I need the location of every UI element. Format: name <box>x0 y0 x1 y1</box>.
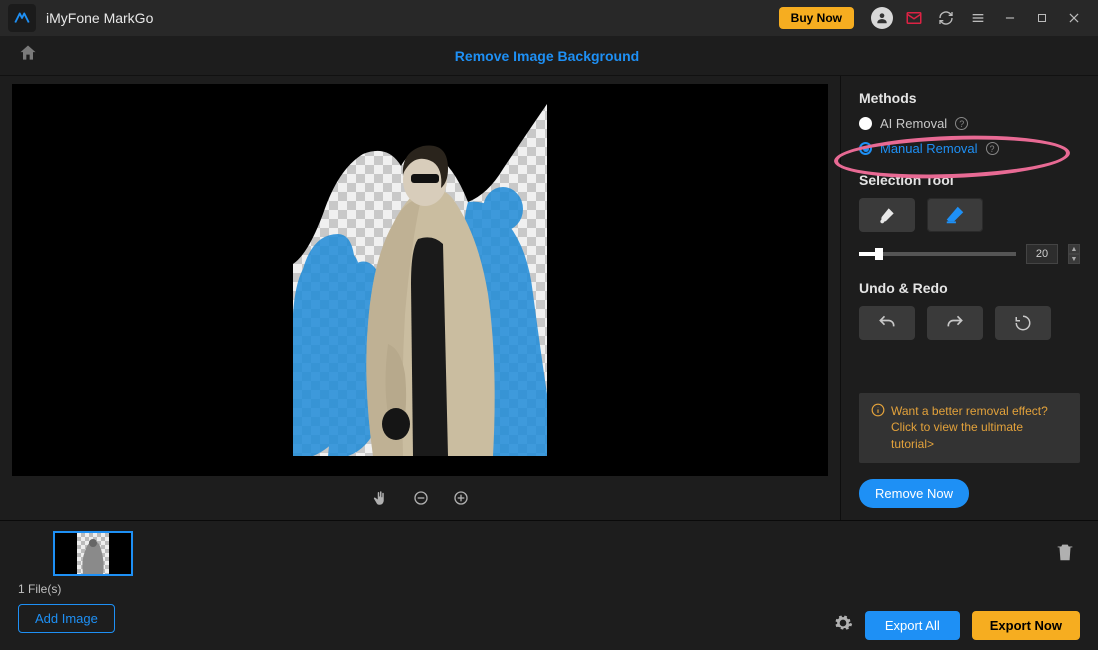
method-ai-label: AI Removal <box>880 116 947 131</box>
selection-tool-heading: Selection Tool <box>859 172 1080 188</box>
file-thumbnail[interactable] <box>53 531 133 576</box>
brush-size-slider[interactable]: 20 ▲ ▼ <box>859 244 1080 264</box>
reset-button[interactable] <box>995 306 1051 340</box>
refresh-icon[interactable] <box>934 6 958 30</box>
spin-up-icon[interactable]: ▲ <box>1068 244 1080 254</box>
method-manual-label: Manual Removal <box>880 141 978 156</box>
radio-dot-icon <box>859 117 872 130</box>
breadcrumb: Remove Image Background <box>0 36 1098 76</box>
info-icon <box>871 403 885 453</box>
footer: 1 File(s) Add Image Export All Export No… <box>0 521 1098 650</box>
minimize-icon[interactable] <box>998 6 1022 30</box>
remove-now-button[interactable]: Remove Now <box>859 479 969 508</box>
radio-dot-icon <box>859 142 872 155</box>
export-all-button[interactable]: Export All <box>865 611 960 640</box>
settings-icon[interactable] <box>833 613 853 638</box>
slider-value: 20 <box>1026 244 1058 264</box>
spin-down-icon[interactable]: ▼ <box>1068 254 1080 264</box>
file-count: 1 File(s) <box>18 582 1080 596</box>
pan-hand-icon[interactable] <box>371 489 389 507</box>
side-panel: Methods AI Removal ? Manual Removal ? Se… <box>840 76 1098 520</box>
brush-tool-button[interactable] <box>859 198 915 232</box>
slider-track[interactable] <box>859 252 1016 256</box>
tutorial-tip[interactable]: Want a better removal effect? Click to v… <box>859 393 1080 463</box>
zoom-out-icon[interactable] <box>413 490 429 506</box>
methods-heading: Methods <box>859 90 1080 106</box>
account-icon[interactable] <box>870 6 894 30</box>
undo-button[interactable] <box>859 306 915 340</box>
canvas-zoom-tools <box>12 476 828 520</box>
redo-button[interactable] <box>927 306 983 340</box>
method-ai-radio[interactable]: AI Removal ? <box>859 116 1080 131</box>
trash-icon[interactable] <box>1054 541 1076 568</box>
help-icon[interactable]: ? <box>986 142 999 155</box>
home-icon[interactable] <box>18 43 38 68</box>
method-manual-radio[interactable]: Manual Removal ? <box>859 141 1080 156</box>
mail-icon[interactable] <box>902 6 926 30</box>
eraser-tool-button[interactable] <box>927 198 983 232</box>
close-icon[interactable] <box>1062 6 1086 30</box>
help-icon[interactable]: ? <box>955 117 968 130</box>
page-title: Remove Image Background <box>38 48 1080 64</box>
buy-now-button[interactable]: Buy Now <box>779 7 854 29</box>
export-now-button[interactable]: Export Now <box>972 611 1080 640</box>
image-canvas[interactable] <box>12 84 828 476</box>
maximize-icon[interactable] <box>1030 6 1054 30</box>
title-bar: iMyFone MarkGo Buy Now <box>0 0 1098 36</box>
zoom-in-icon[interactable] <box>453 490 469 506</box>
menu-icon[interactable] <box>966 6 990 30</box>
app-logo <box>8 4 36 32</box>
add-image-button[interactable]: Add Image <box>18 604 115 633</box>
undo-redo-heading: Undo & Redo <box>859 280 1080 296</box>
app-title: iMyFone MarkGo <box>46 10 779 26</box>
tip-text: Want a better removal effect? Click to v… <box>891 403 1068 453</box>
